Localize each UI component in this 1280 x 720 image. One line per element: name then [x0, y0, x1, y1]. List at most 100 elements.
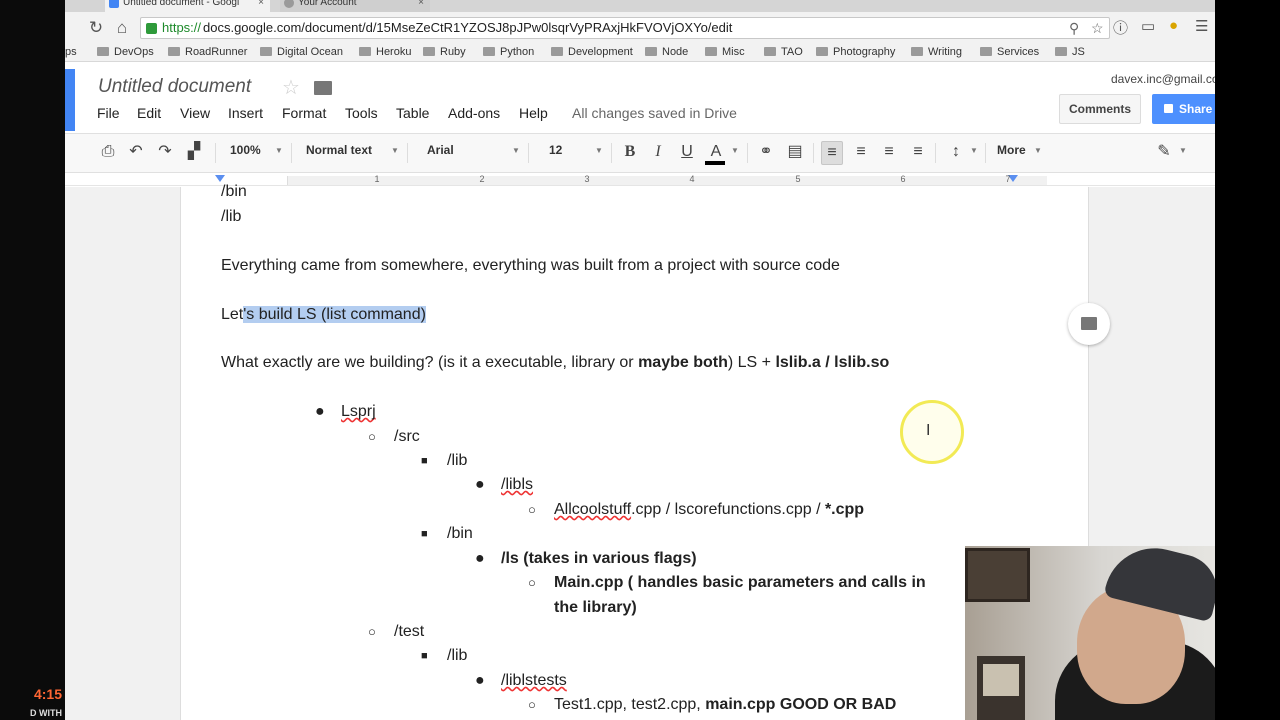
- document-page[interactable]: /bin /lib Everything came from somewhere…: [180, 183, 1089, 720]
- secure-lock-icon: [146, 23, 157, 34]
- star-icon[interactable]: ☆: [282, 75, 300, 100]
- redo-icon[interactable]: ↷: [154, 141, 176, 163]
- folder-icon: [359, 47, 371, 56]
- ruler-number: 2: [479, 174, 485, 184]
- menu-insert[interactable]: Insert: [228, 105, 263, 121]
- bookmark-star-icon[interactable]: ☆: [1091, 20, 1104, 37]
- bullet-hollow-icon: ○: [368, 429, 376, 444]
- menu-format[interactable]: Format: [282, 105, 326, 121]
- bookmark-js[interactable]: JS: [1055, 45, 1085, 59]
- comments-button[interactable]: Comments: [1059, 94, 1141, 124]
- bookmark-ruby[interactable]: Ruby: [423, 45, 466, 59]
- zoom-select[interactable]: 100%: [230, 143, 261, 157]
- tab-your-account[interactable]: Your Account ×: [280, 0, 430, 12]
- align-left-icon[interactable]: ≡: [821, 141, 843, 165]
- cast-icon[interactable]: ▭: [1141, 17, 1155, 35]
- line-spacing-icon[interactable]: ↕: [945, 141, 967, 163]
- menu-tools[interactable]: Tools: [345, 105, 378, 121]
- reload-icon[interactable]: ↻: [86, 18, 106, 38]
- tab-untitled-document[interactable]: Untitled document - Googl ×: [105, 0, 270, 12]
- paint-format-icon[interactable]: ▞: [183, 141, 205, 163]
- bookmark-misc[interactable]: Misc: [705, 45, 745, 59]
- user-email[interactable]: davex.inc@gmail.co: [1111, 72, 1215, 86]
- extension-icon[interactable]: ●: [1169, 17, 1178, 34]
- ruler-number: 4: [689, 174, 695, 184]
- bookmark-label: Development: [568, 46, 633, 58]
- save-status[interactable]: All changes saved in Drive: [572, 105, 737, 121]
- menu-help[interactable]: Help: [519, 105, 548, 121]
- list-item: /ls (takes in various flags): [501, 550, 697, 567]
- bookmark-label: Ruby: [440, 46, 466, 58]
- menu-edit[interactable]: Edit: [137, 105, 161, 121]
- bookmark-photography[interactable]: Photography: [816, 45, 895, 59]
- bold-button[interactable]: B: [619, 141, 641, 163]
- bookmark-tao[interactable]: TAO: [764, 45, 803, 59]
- bookmark-digital-ocean[interactable]: Digital Ocean: [260, 45, 343, 59]
- tab-label: Your Account: [298, 0, 357, 8]
- folder-icon: [911, 47, 923, 56]
- ruler-track: [287, 176, 1047, 185]
- docs-favicon-icon: [109, 0, 119, 8]
- underline-button[interactable]: U: [676, 141, 698, 163]
- search-icon[interactable]: ⚲: [1069, 20, 1079, 37]
- bookmark-node[interactable]: Node: [645, 45, 688, 59]
- move-to-folder-icon[interactable]: [314, 81, 332, 95]
- bullet-square-icon: ■: [421, 650, 428, 662]
- more-button[interactable]: More: [997, 143, 1026, 157]
- editing-mode-pencil-icon[interactable]: ✎: [1153, 141, 1175, 163]
- extension-info-icon[interactable]: ⓘ: [1113, 17, 1128, 38]
- bookmark-python[interactable]: Python: [483, 45, 534, 59]
- paragraph-style-select[interactable]: Normal text: [306, 143, 372, 157]
- tab-close-icon[interactable]: ×: [418, 0, 424, 12]
- left-video-strip: 4:15 D WITH: [0, 0, 65, 720]
- bookmark-services[interactable]: Services: [980, 45, 1039, 59]
- insert-comment-icon[interactable]: ▤: [784, 141, 806, 163]
- menu-add-ons[interactable]: Add-ons: [448, 105, 500, 121]
- list-item: Main.cpp ( handles basic parameters and …: [554, 574, 926, 591]
- bookmark-writing[interactable]: Writing: [911, 45, 962, 59]
- list-item: /libls: [501, 475, 533, 495]
- undo-icon[interactable]: ↶: [125, 141, 147, 163]
- link-icon[interactable]: ⚭: [755, 141, 777, 163]
- url-scheme: https://: [162, 20, 202, 35]
- screen: 4:15 D WITH Untitled document - Googl × …: [0, 0, 1280, 720]
- bookmark-development[interactable]: Development: [551, 45, 633, 59]
- document-title[interactable]: Untitled document: [98, 76, 251, 98]
- font-select[interactable]: Arial: [427, 143, 454, 157]
- right-video-strip: [1215, 0, 1280, 720]
- bookmarks-bar: ps DevOps RoadRunner Digital Ocean Herok…: [65, 44, 1215, 62]
- font-size-select[interactable]: 12: [549, 143, 562, 157]
- print-icon[interactable]: ⎙: [97, 141, 119, 163]
- chevron-down-icon: ▼: [1179, 146, 1187, 155]
- justify-icon[interactable]: ≡: [907, 141, 929, 163]
- toolbar-divider: [528, 143, 529, 163]
- left-indent-marker[interactable]: [215, 175, 225, 182]
- home-icon[interactable]: ⌂: [112, 18, 132, 38]
- add-comment-icon[interactable]: [1068, 303, 1110, 345]
- tab-close-icon[interactable]: ×: [258, 0, 264, 12]
- chevron-down-icon: ▼: [1034, 146, 1042, 155]
- text-color-button[interactable]: A: [705, 141, 727, 163]
- bookmark-label: Writing: [928, 46, 963, 58]
- bookmark-apps[interactable]: ps: [65, 45, 77, 59]
- menu-file[interactable]: File: [97, 105, 120, 121]
- align-right-icon[interactable]: ≡: [878, 141, 900, 163]
- share-label: Share: [1179, 102, 1213, 116]
- misspelled-text: Lsprj: [341, 403, 376, 420]
- bookmark-heroku[interactable]: Heroku: [359, 45, 411, 59]
- toolbar-divider: [935, 143, 936, 163]
- folder-icon: [551, 47, 563, 56]
- menu-view[interactable]: View: [180, 105, 210, 121]
- text-run: Let: [221, 306, 244, 323]
- share-button[interactable]: Share: [1152, 94, 1215, 124]
- docs-logo-icon[interactable]: [65, 69, 75, 131]
- bookmark-devops[interactable]: DevOps: [97, 45, 154, 59]
- chrome-menu-icon[interactable]: ☰: [1195, 17, 1208, 35]
- italic-button[interactable]: I: [647, 141, 669, 163]
- menu-table[interactable]: Table: [396, 105, 429, 121]
- bookmark-roadrunner[interactable]: RoadRunner: [168, 45, 247, 59]
- align-center-icon[interactable]: ≡: [850, 141, 872, 163]
- bold-text: lslib.a / lslib.so: [775, 354, 890, 371]
- text-run: What exactly are we building? (is it a e…: [221, 354, 639, 371]
- address-bar[interactable]: https:// docs.google.com/document/d/15Ms…: [140, 17, 1110, 39]
